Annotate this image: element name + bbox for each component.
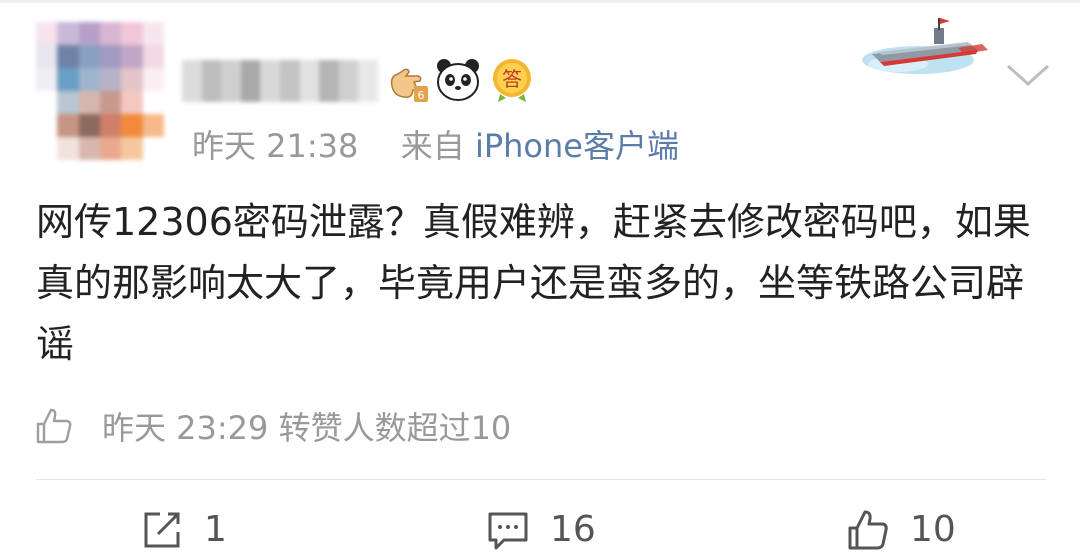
repost-count: 1 xyxy=(204,509,227,550)
repost-icon xyxy=(144,512,180,548)
svg-text:答: 答 xyxy=(502,67,522,91)
post-meta: 昨天 21:38 来自 iPhone客户端 xyxy=(192,124,679,168)
source-prefix: 来自 xyxy=(400,127,465,165)
like-button[interactable]: 10 xyxy=(846,508,956,552)
avatar[interactable] xyxy=(36,22,164,160)
comment-icon xyxy=(488,512,528,550)
source-client-link[interactable]: iPhone客户端 xyxy=(475,127,679,165)
svg-text:6: 6 xyxy=(418,89,425,102)
repost-button[interactable]: 1 xyxy=(140,508,227,552)
emoji-hand-badge: 6 xyxy=(384,56,432,104)
post-text: 网传12306密码泄露？真假难辨，赶紧去修改密码吧，如果真的那影响太大了，毕竟用… xyxy=(36,200,1031,366)
like-info-text: 昨天 23:29 转赞人数超过10 xyxy=(102,409,512,447)
top-divider xyxy=(0,0,1080,3)
hand-icon: 6 xyxy=(390,68,428,102)
thumb-up-icon xyxy=(848,510,888,550)
like-info-row: 昨天 23:29 转赞人数超过10 xyxy=(34,402,511,450)
like-count: 10 xyxy=(910,509,956,550)
panda-icon xyxy=(437,59,479,101)
panda-badge xyxy=(434,56,482,104)
action-divider xyxy=(36,479,1046,480)
comment-count: 16 xyxy=(550,509,596,550)
aircraft-carrier-decoration xyxy=(862,18,988,74)
thumb-up-icon xyxy=(36,408,72,444)
username-blurred[interactable] xyxy=(182,60,378,102)
chevron-down-icon[interactable] xyxy=(1004,60,1052,90)
answer-icon: 答 xyxy=(493,59,531,102)
post-time: 昨天 21:38 xyxy=(192,127,359,165)
comment-button[interactable]: 16 xyxy=(486,508,596,552)
answer-badge: 答 xyxy=(488,56,536,104)
